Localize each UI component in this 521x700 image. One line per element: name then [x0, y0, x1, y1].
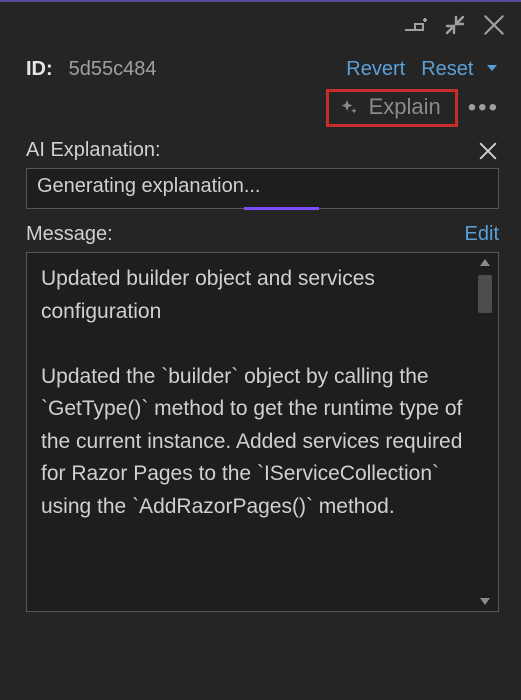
explain-row: Explain ••• [4, 85, 521, 137]
ai-explanation-header: AI Explanation: [4, 137, 521, 168]
message-box: Updated builder object and services conf… [26, 252, 499, 612]
id-label: ID: [26, 58, 53, 81]
chevron-down-icon [485, 61, 499, 75]
revert-button[interactable]: Revert [346, 58, 405, 81]
close-panel-icon[interactable] [481, 12, 507, 38]
commit-header: ID: 5d55c484 Revert Reset [4, 48, 521, 85]
ai-explanation-box: Generating explanation... [26, 168, 499, 209]
scroll-thumb[interactable] [478, 275, 492, 313]
ai-explanation-status: Generating explanation... [37, 175, 261, 197]
edit-button[interactable]: Edit [465, 223, 499, 246]
message-label: Message: [26, 223, 113, 246]
explain-button[interactable]: Explain [326, 89, 458, 127]
reset-button[interactable]: Reset [421, 58, 499, 81]
panel-toolbar [4, 6, 521, 48]
collapse-icon[interactable] [443, 13, 467, 37]
auto-hide-icon[interactable] [403, 18, 429, 32]
id-value: 5d55c484 [69, 58, 157, 81]
reset-label: Reset [421, 58, 473, 80]
ai-explanation-label: AI Explanation: [26, 139, 161, 162]
scroll-down-icon[interactable] [476, 595, 494, 607]
explain-label: Explain [369, 94, 441, 120]
scrollbar[interactable] [476, 257, 494, 607]
progress-bar [27, 207, 498, 210]
scroll-up-icon[interactable] [476, 257, 494, 269]
sparkle-icon [339, 97, 359, 117]
message-body: Updated builder object and services conf… [27, 253, 498, 611]
more-options-icon[interactable]: ••• [468, 96, 499, 120]
message-header: Message: Edit [4, 213, 521, 252]
close-explanation-icon[interactable] [477, 140, 499, 162]
